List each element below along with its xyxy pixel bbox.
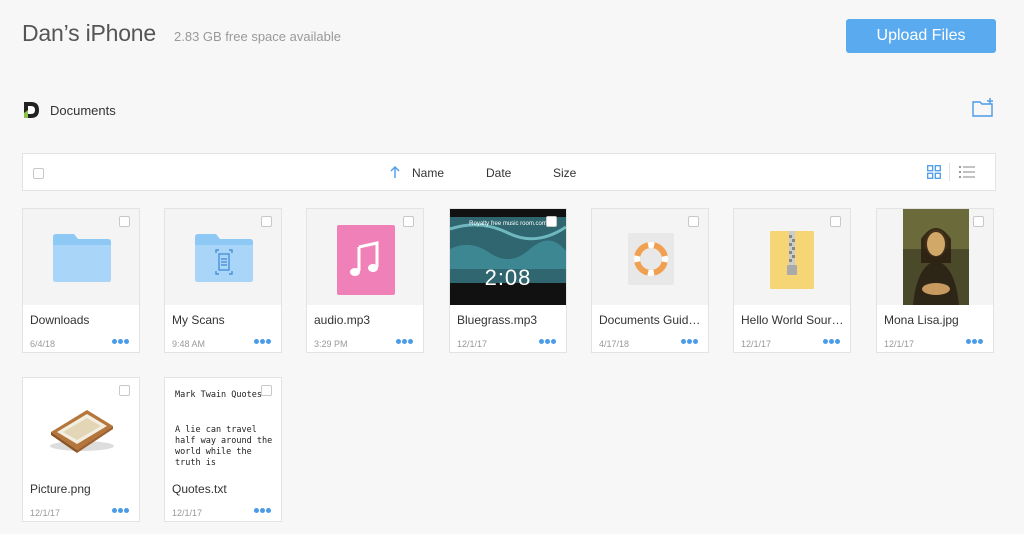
file-name: Picture.png bbox=[30, 482, 91, 496]
sort-by-date[interactable]: Date bbox=[486, 166, 511, 180]
painting-image bbox=[903, 209, 969, 305]
file-name: Documents Guid… bbox=[599, 313, 701, 327]
file-toolbar: Name Date Size bbox=[22, 153, 996, 191]
video-banner-text: Royalty free music room.com bbox=[469, 221, 547, 227]
sort-by-name[interactable]: Name bbox=[412, 166, 444, 180]
sort-by-size[interactable]: Size bbox=[553, 166, 576, 180]
folder-icon bbox=[53, 234, 111, 282]
select-all-checkbox[interactable] bbox=[33, 168, 44, 179]
tile-checkbox[interactable] bbox=[119, 385, 130, 396]
more-options-icon[interactable] bbox=[966, 339, 984, 345]
file-tile-picture[interactable]: Picture.png 12/1/17 bbox=[22, 377, 140, 522]
preview-body: A lie can travel half way around the wor… bbox=[175, 425, 273, 468]
more-options-icon[interactable] bbox=[112, 508, 130, 514]
file-tile-downloads[interactable]: Downloads 6/4/18 bbox=[22, 208, 140, 353]
file-date: 4/17/18 bbox=[599, 339, 630, 349]
toolbar-divider bbox=[949, 163, 950, 181]
file-date: 12/1/17 bbox=[741, 339, 772, 349]
lifebuoy-icon bbox=[628, 233, 674, 285]
file-name: Hello World Sour… bbox=[741, 313, 844, 327]
more-options-icon[interactable] bbox=[254, 508, 272, 514]
device-name: Dan’s iPhone bbox=[22, 20, 156, 46]
file-tile-my-scans[interactable]: My Scans 9:48 AM bbox=[164, 208, 282, 353]
file-date: 12/1/17 bbox=[30, 508, 61, 518]
tile-checkbox[interactable] bbox=[261, 385, 272, 396]
list-view-icon[interactable] bbox=[959, 165, 975, 179]
tile-checkbox[interactable] bbox=[261, 216, 272, 227]
header: Dan’s iPhone 2.83 GB free space availabl… bbox=[22, 20, 341, 47]
more-options-icon[interactable] bbox=[396, 339, 414, 345]
new-folder-icon[interactable] bbox=[971, 97, 995, 119]
file-name: audio.mp3 bbox=[314, 313, 371, 327]
file-date: 12/1/17 bbox=[884, 339, 915, 349]
sort-ascending-icon[interactable] bbox=[389, 165, 401, 179]
file-date: 12/1/17 bbox=[172, 508, 203, 518]
more-options-icon[interactable] bbox=[539, 339, 557, 345]
music-note-icon bbox=[337, 225, 395, 295]
tile-checkbox[interactable] bbox=[973, 216, 984, 227]
file-date: 9:48 AM bbox=[172, 339, 206, 349]
free-space-label: 2.83 GB free space available bbox=[174, 29, 341, 44]
file-name: My Scans bbox=[172, 313, 225, 327]
picture-frame-icon bbox=[50, 410, 114, 453]
more-options-icon[interactable] bbox=[823, 339, 841, 345]
tile-checkbox[interactable] bbox=[403, 216, 414, 227]
file-date: 6/4/18 bbox=[30, 339, 56, 349]
file-date: 12/1/17 bbox=[457, 339, 488, 349]
file-name: Mona Lisa.jpg bbox=[884, 313, 959, 327]
file-name: Bluegrass.mp3 bbox=[457, 313, 538, 327]
file-tile-quotes[interactable]: Mark Twain Quotes A lie can travel half … bbox=[164, 377, 282, 522]
file-name: Downloads bbox=[30, 313, 90, 327]
tile-checkbox[interactable] bbox=[830, 216, 841, 227]
more-options-icon[interactable] bbox=[112, 339, 130, 345]
file-name: Quotes.txt bbox=[172, 482, 227, 496]
upload-files-button[interactable]: Upload Files bbox=[846, 19, 996, 53]
tile-checkbox[interactable] bbox=[546, 216, 557, 227]
video-duration: 2:08 bbox=[484, 265, 532, 290]
zip-archive-icon bbox=[770, 231, 814, 289]
file-tile-hello-world[interactable]: Hello World Sour… 12/1/17 bbox=[733, 208, 851, 353]
file-tile-bluegrass[interactable]: Royalty free music room.com 2:08 Bluegra… bbox=[449, 208, 567, 353]
scan-folder-icon bbox=[195, 234, 253, 282]
more-options-icon[interactable] bbox=[681, 339, 699, 345]
file-date: 3:29 PM bbox=[314, 339, 348, 349]
file-tile-documents-guide[interactable]: Documents Guid… 4/17/18 bbox=[591, 208, 709, 353]
breadcrumb[interactable]: Documents bbox=[22, 101, 116, 119]
more-options-icon[interactable] bbox=[254, 339, 272, 345]
file-tile-audio[interactable]: audio.mp3 3:29 PM bbox=[306, 208, 424, 353]
preview-title: Mark Twain Quotes bbox=[175, 390, 262, 400]
tile-checkbox[interactable] bbox=[119, 216, 130, 227]
breadcrumb-label: Documents bbox=[50, 102, 116, 118]
tile-checkbox[interactable] bbox=[688, 216, 699, 227]
documents-logo-icon bbox=[24, 102, 39, 118]
file-tile-mona-lisa[interactable]: Mona Lisa.jpg 12/1/17 bbox=[876, 208, 994, 353]
grid-view-icon[interactable] bbox=[927, 165, 941, 179]
